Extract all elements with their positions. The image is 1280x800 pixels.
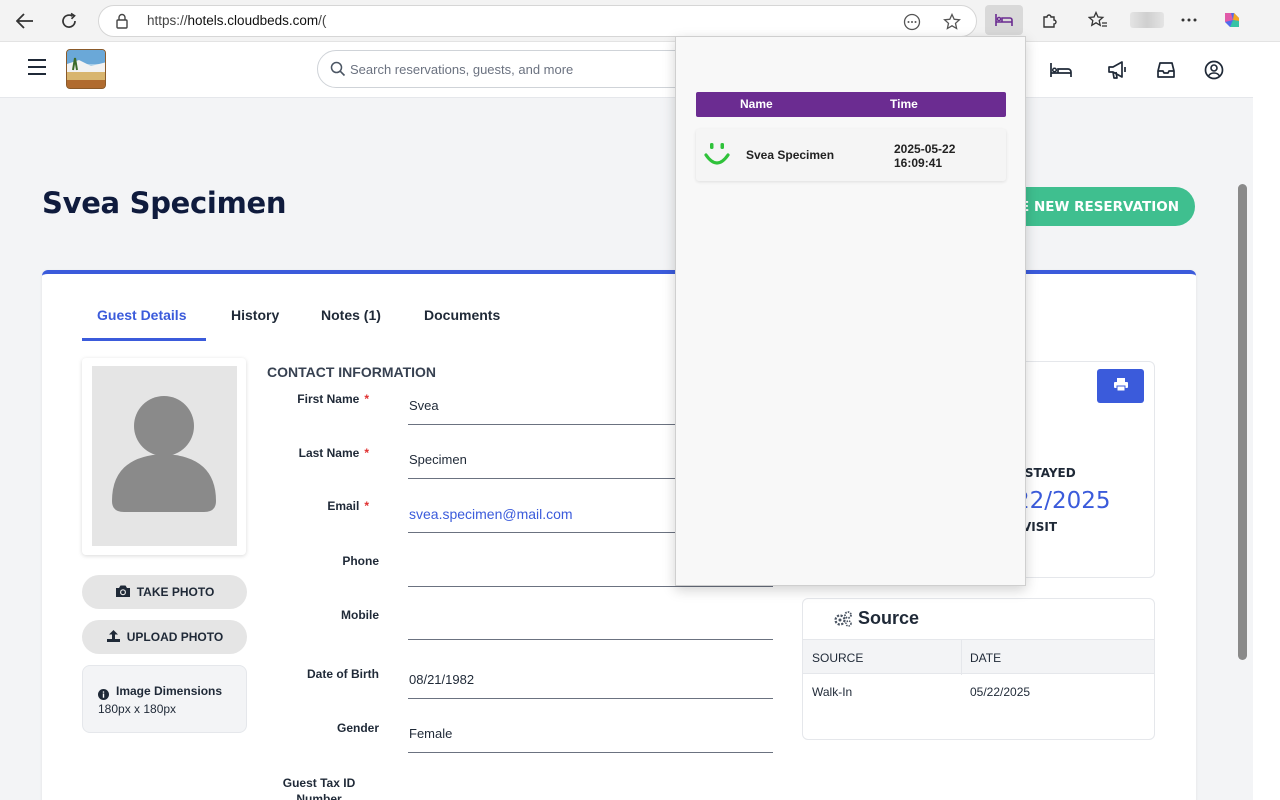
bed-extension-icon[interactable] <box>985 5 1023 35</box>
take-photo-label: TAKE PHOTO <box>136 585 215 599</box>
guest-photo <box>82 358 246 555</box>
scrollbar-thumb[interactable] <box>1238 184 1247 660</box>
app-header: Search reservations, guests, and more <box>0 42 1253 98</box>
tab-history[interactable]: History <box>231 307 279 323</box>
take-photo-button[interactable]: TAKE PHOTO <box>82 575 247 609</box>
image-dimensions-value: 180px x 180px <box>98 702 177 716</box>
address-bar[interactable]: https://hotels.cloudbeds.com/( <box>98 5 977 37</box>
upload-icon <box>106 629 121 646</box>
search-icon <box>330 61 346 81</box>
popup-table-header: Name Time <box>696 92 1006 117</box>
gender-underline <box>408 752 773 753</box>
mobile-underline <box>408 639 773 640</box>
avatar-placeholder-icon <box>92 366 237 546</box>
date-cell: 05/22/2025 <box>970 685 1031 699</box>
scrollbar-track <box>1253 42 1280 800</box>
date-of-birth-underline <box>408 698 773 699</box>
source-cell: Walk-In <box>812 685 853 699</box>
mobile-field[interactable] <box>409 614 769 634</box>
date-of-birth-label: Date of Birth <box>307 667 379 681</box>
refresh-icon[interactable] <box>56 8 82 34</box>
upload-photo-label: UPLOAD PHOTO <box>126 630 224 644</box>
date-of-birth-field[interactable]: 08/21/1982 <box>409 672 474 687</box>
tab-documents[interactable]: Documents <box>424 307 500 323</box>
megaphone-icon[interactable] <box>1106 58 1130 82</box>
camera-icon <box>115 584 131 601</box>
last-visit-date: 22/2025 <box>1015 488 1111 514</box>
smiley-icon <box>704 141 730 171</box>
contact-section-title: CONTACT INFORMATION <box>267 364 437 380</box>
property-logo[interactable] <box>66 49 106 89</box>
source-table-header: SOURCE DATE <box>803 639 1154 675</box>
extensions-puzzle-icon[interactable] <box>1031 5 1069 35</box>
lock-icon <box>115 13 131 29</box>
back-arrow-icon[interactable] <box>12 8 38 34</box>
user-account-icon[interactable] <box>1202 58 1226 82</box>
tab-notes[interactable]: Notes (1) <box>321 307 381 323</box>
copilot-icon[interactable] <box>1213 5 1251 35</box>
print-button[interactable] <box>1097 369 1144 403</box>
source-panel: Source SOURCE DATE Walk-In 05/22/2025 <box>802 598 1155 740</box>
column-divider <box>961 640 962 675</box>
email-field[interactable]: svea.specimen@mail.com <box>409 506 573 522</box>
gender-label: Gender <box>336 721 379 735</box>
more-menu-icon[interactable] <box>1170 5 1208 35</box>
active-tab-indicator <box>82 338 206 341</box>
gender-field[interactable]: Female <box>409 726 452 741</box>
source-column-header: SOURCE <box>812 651 864 665</box>
printer-icon <box>1113 377 1129 396</box>
image-dimensions-title: Image Dimensions <box>116 684 223 698</box>
date-column-header: DATE <box>970 651 1002 665</box>
favorite-star-icon[interactable] <box>941 12 963 32</box>
search-bar[interactable]: Search reservations, guests, and more <box>317 50 717 88</box>
last-name-field[interactable]: Specimen <box>409 452 467 467</box>
email-label: Email * <box>327 499 369 513</box>
popup-guest-name: Svea Specimen <box>746 148 835 162</box>
name-column-header: Name <box>740 97 773 111</box>
bed-icon[interactable] <box>1049 58 1073 82</box>
last-name-label: Last Name * <box>298 446 369 460</box>
popup-guest-row[interactable]: Svea Specimen 2025-05-22 16:09:41 <box>696 129 1006 181</box>
page-title: Svea Specimen <box>42 186 287 220</box>
first-name-label: First Name * <box>297 392 369 406</box>
phone-underline <box>408 586 773 587</box>
upload-photo-button[interactable]: UPLOAD PHOTO <box>82 620 247 654</box>
url-text: https://hotels.cloudbeds.com/( <box>147 13 327 28</box>
last-visit-label: VISIT <box>1022 520 1058 534</box>
popup-guest-time: 2025-05-22 16:09:41 <box>894 142 956 170</box>
tab-guest-details[interactable]: Guest Details <box>97 307 186 323</box>
hamburger-menu-icon[interactable] <box>28 59 48 77</box>
browser-toolbar: https://hotels.cloudbeds.com/( <box>0 0 1280 42</box>
source-title: Source <box>858 608 920 628</box>
first-name-field[interactable]: Svea <box>409 398 439 413</box>
gears-icon <box>833 610 853 632</box>
extension-popup: Name Time Svea Specimen 2025-05-22 16:09:… <box>675 36 1026 586</box>
inbox-icon[interactable] <box>1154 58 1178 82</box>
tax-id-label: Guest Tax ID Number <box>282 776 356 800</box>
time-column-header: Time <box>890 97 918 111</box>
more-options-circle-icon[interactable] <box>901 12 923 32</box>
profile-blur-icon[interactable] <box>1127 5 1167 35</box>
mobile-label: Mobile <box>341 608 379 622</box>
search-input[interactable]: Search reservations, guests, and more <box>350 62 573 77</box>
image-dimensions-info: Image Dimensions 180px x 180px <box>82 665 247 733</box>
phone-label: Phone <box>342 554 379 568</box>
favorites-icon[interactable] <box>1079 5 1117 35</box>
